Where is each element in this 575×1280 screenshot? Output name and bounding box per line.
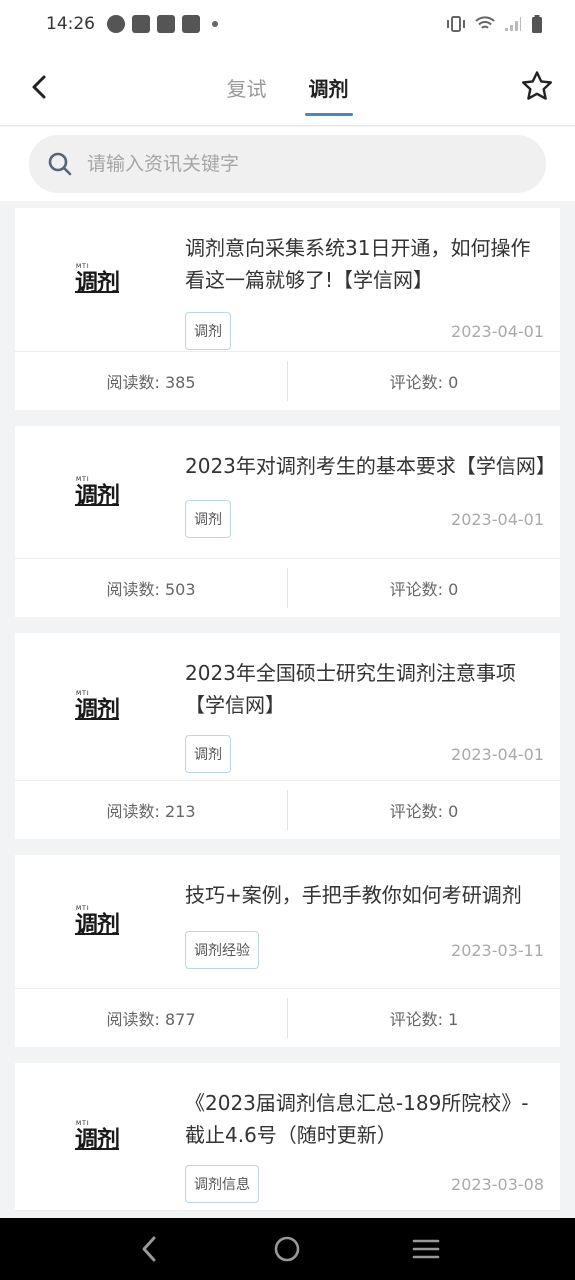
article-card[interactable]: MTI 调剂 调剂意向采集系统31日开通，如何操作看这一篇就够了!【学信网】 调… xyxy=(15,208,560,410)
tab-retest[interactable]: 复试 xyxy=(225,67,269,108)
article-body: 调剂意向采集系统31日开通，如何操作看这一篇就够了!【学信网】 调剂 2023-… xyxy=(185,208,560,351)
article-tag[interactable]: 调剂 xyxy=(185,312,231,350)
vibrate-icon xyxy=(447,16,465,32)
article-body: 2023年对调剂考生的基本要求【学信网】 调剂 2023-04-01 xyxy=(185,426,560,558)
article-thumbnail: MTI 调剂 xyxy=(15,855,185,988)
read-count: 阅读数: 877 xyxy=(106,1010,196,1029)
comment-count: 评论数: 0 xyxy=(389,373,459,392)
article-body: 技巧+案例，手把手教你如何考研调剂 调剂经验 2023-03-11 xyxy=(185,855,560,988)
favorite-button[interactable] xyxy=(519,68,555,104)
article-date: 2023-04-01 xyxy=(451,744,544,764)
back-triangle-icon xyxy=(142,1236,156,1262)
article-title[interactable]: 技巧+案例，手把手教你如何考研调剂 xyxy=(185,879,548,911)
article-main[interactable]: MTI 调剂 2023年全国硕士研究生调剂注意事项【学信网】 调剂 2023-0… xyxy=(15,633,560,781)
article-tag[interactable]: 调剂 xyxy=(185,735,231,773)
article-tag[interactable]: 调剂 xyxy=(185,500,231,538)
status-icons xyxy=(446,15,543,33)
logo-main-text: 调剂 xyxy=(75,269,120,296)
tab-adjustment[interactable]: 调剂 xyxy=(304,67,353,116)
nav-back-button[interactable] xyxy=(127,1227,171,1271)
status-time: 14:26 xyxy=(46,14,95,34)
thumbnail-logo: MTI 调剂 xyxy=(75,476,120,509)
article-meta: 调剂 2023-04-01 xyxy=(185,500,548,538)
speedometer-icon xyxy=(107,15,125,33)
article-tag[interactable]: 调剂经验 xyxy=(185,931,259,969)
comment-count: 评论数: 1 xyxy=(389,1010,459,1029)
thumbnail-logo: MTI 调剂 xyxy=(75,263,120,296)
article-card[interactable]: MTI 调剂 2023年对调剂考生的基本要求【学信网】 调剂 2023-04-0… xyxy=(15,426,560,617)
article-tag[interactable]: 调剂信息 xyxy=(185,1165,259,1203)
comment-count: 评论数: 0 xyxy=(389,802,459,821)
article-main[interactable]: MTI 调剂 2023年对调剂考生的基本要求【学信网】 调剂 2023-04-0… xyxy=(15,426,560,559)
logo-main-text: 调剂 xyxy=(75,911,120,938)
article-thumbnail: MTI 调剂 xyxy=(15,633,185,780)
article-stats: 阅读数: 877 评论数: 1 xyxy=(15,989,560,1047)
read-count: 阅读数: 213 xyxy=(106,802,196,821)
article-body: 《2023届调剂信息汇总-189所院校》-截止4.6号（随时更新） 调剂信息 2… xyxy=(185,1063,560,1210)
thumbnail-logo: MTI 调剂 xyxy=(75,690,120,723)
comment-count: 评论数: 0 xyxy=(389,580,459,599)
article-meta: 调剂经验 2023-03-11 xyxy=(185,931,548,969)
article-main[interactable]: MTI 调剂 《2023届调剂信息汇总-189所院校》-截止4.6号（随时更新）… xyxy=(15,1063,560,1211)
logo-main-text: 调剂 xyxy=(75,1126,120,1153)
thumbnail-logo: MTI 调剂 xyxy=(75,1120,120,1153)
search-icon xyxy=(48,152,72,176)
star-icon xyxy=(522,71,552,100)
signal-icon xyxy=(505,17,521,31)
article-title[interactable]: 调剂意向采集系统31日开通，如何操作看这一篇就够了!【学信网】 xyxy=(185,232,548,296)
system-nav-bar xyxy=(0,1218,575,1280)
article-title[interactable]: 2023年对调剂考生的基本要求【学信网】 xyxy=(185,450,556,482)
search-section xyxy=(0,127,575,201)
thumbnail-logo: MTI 调剂 xyxy=(75,905,120,938)
mail-icon xyxy=(182,15,200,33)
app-bar: 复试 调剂 xyxy=(0,48,575,126)
tab-bar: 复试 调剂 xyxy=(0,48,575,126)
article-stats: 阅读数: 213 评论数: 0 xyxy=(15,781,560,839)
home-circle-icon xyxy=(275,1236,300,1262)
mail-icon xyxy=(132,15,150,33)
article-thumbnail: MTI 调剂 xyxy=(15,426,185,558)
read-count: 阅读数: 503 xyxy=(106,580,196,599)
article-title[interactable]: 2023年全国硕士研究生调剂注意事项【学信网】 xyxy=(185,657,548,721)
article-meta: 调剂 2023-04-01 xyxy=(185,312,548,350)
article-title[interactable]: 《2023届调剂信息汇总-189所院校》-截止4.6号（随时更新） xyxy=(185,1087,548,1151)
battery-icon xyxy=(532,15,542,33)
mail-icon xyxy=(157,15,175,33)
article-date: 2023-03-11 xyxy=(451,940,544,960)
article-date: 2023-03-08 xyxy=(451,1174,544,1194)
search-bar[interactable] xyxy=(29,135,546,193)
search-input[interactable] xyxy=(87,153,507,175)
article-card[interactable]: MTI 调剂 2023年全国硕士研究生调剂注意事项【学信网】 调剂 2023-0… xyxy=(15,633,560,839)
article-body: 2023年全国硕士研究生调剂注意事项【学信网】 调剂 2023-04-01 xyxy=(185,633,560,780)
article-main[interactable]: MTI 调剂 技巧+案例，手把手教你如何考研调剂 调剂经验 2023-03-11 xyxy=(15,855,560,989)
article-stats: 阅读数: 503 评论数: 0 xyxy=(15,559,560,617)
article-thumbnail: MTI 调剂 xyxy=(15,1063,185,1210)
article-date: 2023-04-01 xyxy=(451,321,544,341)
nav-home-button[interactable] xyxy=(265,1227,309,1271)
wifi-icon xyxy=(475,16,495,29)
more-notifications-icon xyxy=(212,21,218,27)
article-date: 2023-04-01 xyxy=(451,509,544,529)
article-thumbnail: MTI 调剂 xyxy=(15,208,185,351)
article-meta: 调剂 2023-04-01 xyxy=(185,735,548,773)
article-list: MTI 调剂 调剂意向采集系统31日开通，如何操作看这一篇就够了!【学信网】 调… xyxy=(15,208,560,1227)
notification-icons xyxy=(107,15,218,33)
article-stats: 阅读数: 385 评论数: 0 xyxy=(15,352,560,410)
article-card[interactable]: MTI 调剂 《2023届调剂信息汇总-189所院校》-截止4.6号（随时更新）… xyxy=(15,1063,560,1211)
article-card[interactable]: MTI 调剂 技巧+案例，手把手教你如何考研调剂 调剂经验 2023-03-11… xyxy=(15,855,560,1047)
article-main[interactable]: MTI 调剂 调剂意向采集系统31日开通，如何操作看这一篇就够了!【学信网】 调… xyxy=(15,208,560,352)
read-count: 阅读数: 385 xyxy=(106,373,196,392)
nav-recents-button[interactable] xyxy=(404,1227,448,1271)
article-meta: 调剂信息 2023-03-08 xyxy=(185,1165,548,1203)
logo-main-text: 调剂 xyxy=(75,481,120,509)
logo-main-text: 调剂 xyxy=(75,696,120,723)
status-bar: 14:26 xyxy=(0,0,575,48)
menu-lines-icon xyxy=(412,1239,440,1259)
